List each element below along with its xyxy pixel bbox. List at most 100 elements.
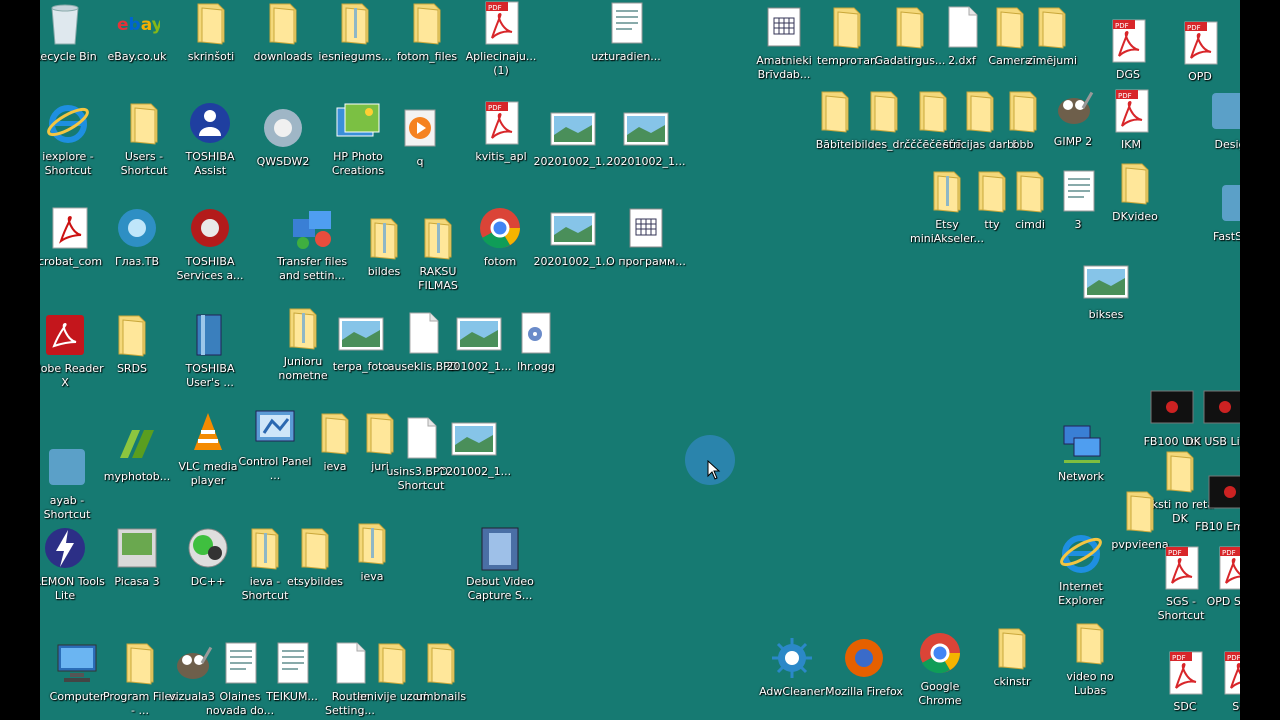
desktop-item[interactable]: Network: [1041, 420, 1121, 484]
desktop-item[interactable]: Google Chrome: [900, 630, 980, 708]
desktop-item[interactable]: iesniegums...: [315, 0, 395, 64]
desktop-item[interactable]: ieva: [332, 520, 412, 584]
desktop-item[interactable]: myphotob...: [97, 420, 177, 484]
desktop-item-label: skrinšoti: [187, 50, 235, 63]
desktop-item[interactable]: ^201002_1...: [434, 415, 514, 479]
desktop-item[interactable]: downloads: [243, 0, 323, 64]
desktop-item[interactable]: Debut Video Capture S...: [460, 525, 540, 603]
desktop-item[interactable]: PDF IKM: [1091, 88, 1171, 152]
desktop-item[interactable]: DAEMON Tools Lite: [40, 525, 105, 603]
adwcleaner-icon: [769, 635, 815, 681]
desktop-item-label: Transfer files and settin...: [276, 255, 348, 282]
desktop-item[interactable]: fotom: [460, 205, 540, 269]
desktop[interactable]: Recycle Bin ebay eBay.co.uk skrinšoti downlo…: [40, 0, 1240, 720]
desktop-item-label: DK USB Li Test: [1185, 435, 1240, 448]
desktop-item-label: iexplore - Shortcut: [42, 150, 94, 177]
desktop-item[interactable]: О программ...: [606, 205, 686, 269]
desktop-item-label: SRDS: [116, 362, 148, 375]
desktop-item[interactable]: TOSHIBA Assist: [170, 100, 250, 178]
desktop-item-label: 20201002_1...: [533, 155, 613, 168]
adobe-reader-icon: [42, 312, 88, 358]
desktop-item[interactable]: Глаз.ТВ: [97, 205, 177, 269]
transfer-icon: [289, 205, 335, 251]
desktop-item[interactable]: FB10 Emulat: [1190, 470, 1240, 534]
desktop-item-label: FastS Cap: [1213, 230, 1240, 243]
desktop-item[interactable]: Transfer files and settin...: [272, 205, 352, 283]
film-icon: [477, 525, 523, 571]
pdf-icon: PDF: [478, 100, 524, 146]
desktop-item[interactable]: AdwCleaner: [752, 635, 832, 699]
desktop-item[interactable]: umbnails: [401, 640, 481, 704]
desktop-item-label: ^201002_1...: [436, 465, 512, 478]
desktop-item[interactable]: uzturadien...: [586, 0, 666, 64]
svg-text:PDF: PDF: [1118, 92, 1132, 100]
desktop-item[interactable]: Recycle Bin: [40, 0, 105, 64]
desktop-item[interactable]: video no Lubas: [1050, 620, 1130, 698]
vlc-icon: [185, 410, 231, 456]
svg-text:PDF: PDF: [1172, 654, 1186, 662]
pdf-icon: PDF: [1177, 20, 1223, 66]
folder-zip-icon: [415, 215, 461, 261]
manual-icon: [187, 312, 233, 358]
desktop-item[interactable]: ckinstr: [972, 625, 1052, 689]
desktop-item[interactable]: PDF DGS: [1088, 18, 1168, 82]
desktop-item-label: DKvideo: [1112, 210, 1158, 223]
desktop-item-label: О программ...: [606, 255, 686, 268]
calendar-icon: [623, 205, 669, 251]
desktop-item[interactable]: PDF OPD: [1160, 20, 1240, 84]
svg-text:ebay: ebay: [117, 15, 160, 35]
folder-icon: [404, 0, 450, 46]
image-icon: [550, 105, 596, 151]
desktop-item[interactable]: FastS Cap: [1200, 180, 1240, 244]
desktop-item[interactable]: iexplore - Shortcut: [40, 100, 108, 178]
desktop-item[interactable]: ebay eBay.co.uk: [97, 0, 177, 64]
folder-icon: [418, 640, 464, 686]
desktop-item[interactable]: q: [380, 105, 460, 169]
desktop-item-label: TOSHIBA Services a...: [176, 255, 244, 282]
desktop-item[interactable]: QWSDW2: [243, 105, 323, 169]
desktop-item[interactable]: 20201002_1...: [533, 105, 613, 169]
desktop-item[interactable]: Internet Explorer: [1041, 530, 1121, 608]
folder-zip-icon: [349, 520, 395, 566]
desktop-item-label: fotom_files: [396, 50, 458, 63]
desktop-item[interactable]: Desig: [1190, 88, 1240, 152]
desktop-item[interactable]: TOSHIBA Services a...: [170, 205, 250, 283]
desktop-item[interactable]: zīmējumi: [1012, 4, 1092, 68]
desktop-item[interactable]: PDF OPD Short: [1195, 545, 1240, 609]
desktop-item-label: DAEMON Tools Lite: [40, 575, 105, 602]
desktop-item[interactable]: Picasa 3: [97, 525, 177, 589]
desktop-item-label: 20201002_1...: [606, 155, 686, 168]
desktop-item-label: QWSDW2: [256, 155, 310, 168]
desktop-item[interactable]: SRDS: [92, 312, 172, 376]
folder-zip-icon: [332, 0, 378, 46]
desktop-item[interactable]: PDF SG: [1200, 650, 1240, 714]
app-icon: [1217, 180, 1240, 226]
desktop-item-label: kvitis_apl: [475, 150, 527, 163]
svg-text:PDF: PDF: [1222, 549, 1236, 557]
desktop-item[interactable]: TOSHIBA User's ...: [170, 312, 250, 390]
folder-icon: [188, 0, 234, 46]
desktop-item[interactable]: Mozilla Firefox: [824, 635, 904, 699]
desktop-item[interactable]: bikses: [1066, 258, 1146, 322]
image-icon: [623, 105, 669, 151]
pdf-icon: PDF: [1105, 18, 1151, 64]
desktop-item[interactable]: DKvideo: [1095, 160, 1175, 224]
picasa-icon: [114, 525, 160, 571]
gimp-icon: [1050, 85, 1096, 131]
folder-icon: [1067, 620, 1113, 666]
desktop-item[interactable]: DK USB Li Test: [1185, 385, 1240, 449]
desktop-item[interactable]: fotom_files: [387, 0, 467, 64]
document-icon: [603, 0, 649, 46]
desktop-item-label: Internet Explorer: [1058, 580, 1104, 607]
desktop-item[interactable]: PDF kvitis_apl: [461, 100, 541, 164]
desktop-item[interactable]: PDF Apliecinaju... (1): [461, 0, 541, 78]
desktop-item[interactable]: 20201002_1...: [606, 105, 686, 169]
desktop-item-label: fotom: [483, 255, 517, 268]
toshiba-services-icon: [187, 205, 233, 251]
desktop-item-label: IKM: [1121, 138, 1141, 151]
desktop-item[interactable]: lhr.ogg: [496, 310, 576, 374]
image-icon: [451, 415, 497, 461]
desktop-item[interactable]: skrinšoti: [171, 0, 251, 64]
daemon-tools-icon: [42, 525, 88, 571]
desktop-item[interactable]: 20201002_1...: [533, 205, 613, 269]
